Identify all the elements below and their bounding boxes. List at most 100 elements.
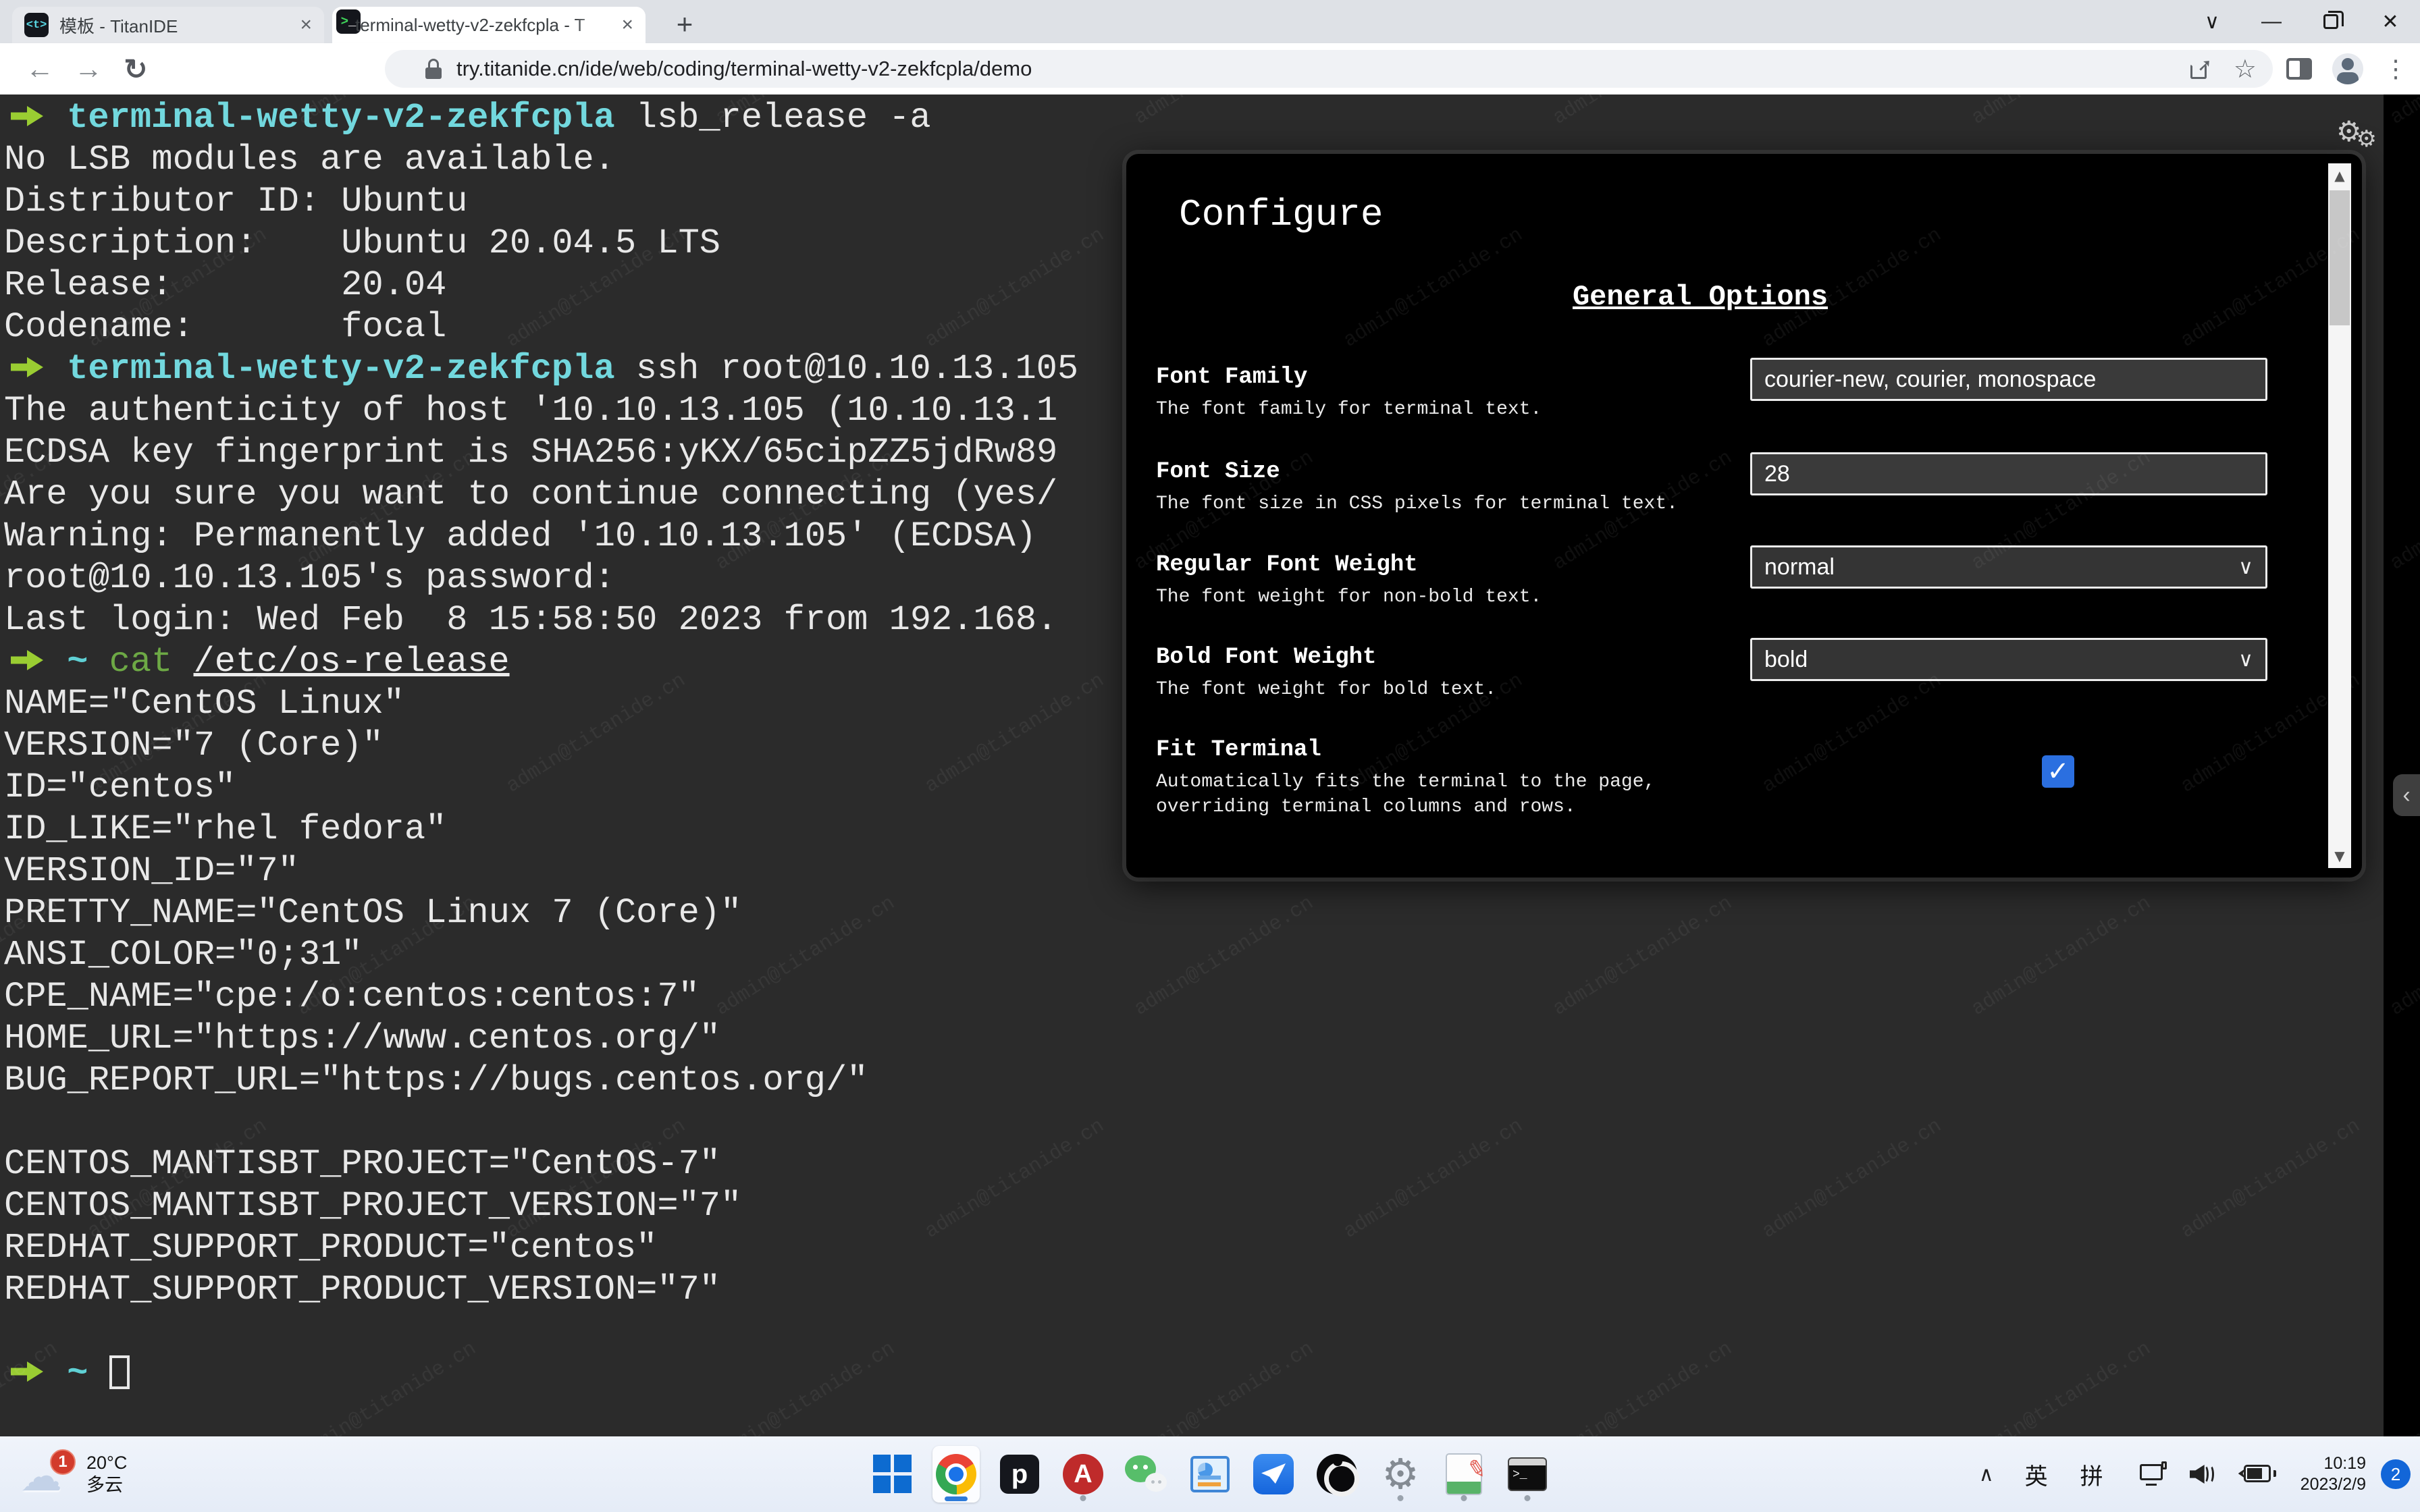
watermark-text: admin@titanide.cn: [1549, 892, 1737, 1021]
tab-titanide[interactable]: <t> 模板 - TitanIDE ×: [12, 7, 324, 43]
terminal-line: REDHAT_SUPPORT_PRODUCT_VERSION="7": [4, 1269, 1078, 1311]
command-prompt-icon: >_: [1508, 1457, 1547, 1491]
taskbar-screen-share[interactable]: [1186, 1446, 1234, 1503]
terminal-line: No LSB modules are available.: [4, 139, 1078, 181]
taskbar-obs[interactable]: [1313, 1446, 1361, 1503]
page-right-strip: [2384, 94, 2420, 1436]
weight-select[interactable]: bold∨: [1750, 638, 2267, 681]
gear-icon: ⚙: [1382, 1453, 1419, 1495]
ime-pinyin-indicator[interactable]: 拼: [2080, 1458, 2103, 1491]
tab-close-icon[interactable]: ×: [300, 15, 312, 35]
window-controls: ∨ — ✕: [2182, 0, 2420, 43]
system-tray: ∧ 英 拼 10:19 2023/2/9 2: [1979, 1436, 2411, 1512]
scroll-up-icon[interactable]: ▲: [2328, 163, 2351, 188]
dialog-field-row: Regular Font WeightThe font weight for n…: [1156, 552, 2267, 610]
p-app-icon: p: [1000, 1455, 1039, 1494]
terminal-line: Codename: focal: [4, 306, 1078, 348]
taskbar-chrome[interactable]: [932, 1446, 980, 1503]
reload-button[interactable]: ↻: [112, 43, 159, 94]
terminal-line: [4, 1102, 1078, 1143]
lock-icon[interactable]: [425, 59, 442, 79]
watermark-text: admin@titanide.cn: [1130, 892, 1318, 1021]
tab-title: 模板 - TitanIDE: [59, 13, 292, 38]
browser-menu-icon[interactable]: ⋮: [2384, 55, 2408, 83]
terminal-line: PRETTY_NAME="CentOS Linux 7 (Core)": [4, 892, 1078, 934]
taskbar-clock[interactable]: 10:19 2023/2/9: [2300, 1453, 2366, 1495]
notification-badge[interactable]: 2: [2381, 1459, 2411, 1489]
chevron-down-icon: ∨: [2238, 648, 2253, 672]
address-bar[interactable]: try.titanide.cn/ide/web/coding/terminal-…: [385, 50, 2273, 88]
watermark-text: admin@titanide.cn: [1340, 1114, 1527, 1243]
dialog-field-row: Font SizeThe font size in CSS pixels for…: [1156, 459, 2267, 516]
start-button[interactable]: [869, 1446, 916, 1503]
prompt-arrow-icon: [11, 356, 43, 379]
terminal-line: CENTOS_MANTISBT_PROJECT="CentOS-7": [4, 1143, 1078, 1185]
configure-dialog: Configure General Options Font FamilyThe…: [1126, 154, 2362, 878]
red-a-icon: A: [1063, 1454, 1103, 1494]
restore-icon: [2323, 14, 2338, 29]
terminal-settings-button[interactable]: ⚙⚙: [2336, 115, 2377, 153]
share-icon[interactable]: ➚: [2190, 59, 2211, 79]
network-icon[interactable]: [2140, 1463, 2167, 1486]
terminal-line: VERSION="7 (Core)": [4, 725, 1078, 767]
watermark-text: admin@titanide.cn: [1758, 1114, 1946, 1243]
prompt-arrow-icon: [11, 1360, 43, 1383]
taskbar-terminal[interactable]: >_: [1504, 1446, 1551, 1503]
profile-avatar[interactable]: [2332, 53, 2363, 84]
fit-terminal-checkbox[interactable]: ✓: [2042, 755, 2074, 788]
terminal-line: [4, 1311, 1078, 1353]
terminal-line: REDHAT_SUPPORT_PRODUCT="centos": [4, 1227, 1078, 1269]
taskbar-settings[interactable]: ⚙: [1377, 1446, 1424, 1503]
scroll-down-icon[interactable]: ▼: [2328, 844, 2351, 868]
section-heading: General Options: [1126, 281, 2274, 313]
text-editor-icon: ✎: [1446, 1453, 1482, 1495]
terminal-line: BUG_REPORT_URL="https://bugs.centos.org/…: [4, 1060, 1078, 1102]
field-description: Automatically fits the terminal to the p…: [1156, 770, 2267, 819]
terminal-line: ID_LIKE="rhel fedora": [4, 809, 1078, 850]
terminal-page: terminal-wetty-v2-zekfcpla lsb_release -…: [0, 94, 2420, 1436]
taskbar-wechat[interactable]: [1123, 1446, 1170, 1503]
minimize-button[interactable]: —: [2242, 0, 2301, 43]
tab-terminal-wetty[interactable]: >_ terminal-wetty-v2-zekfcpla - T ×: [332, 7, 646, 43]
terminal-line: ~: [4, 1353, 1078, 1395]
taskbar-p-app[interactable]: p: [996, 1446, 1043, 1503]
dialog-scrollbar[interactable]: ▲ ▼: [2328, 163, 2351, 868]
ime-english-indicator[interactable]: 英: [2025, 1458, 2048, 1491]
back-button[interactable]: ←: [16, 43, 63, 94]
taskbar-red-a-app[interactable]: A: [1059, 1446, 1107, 1503]
terminal-line: terminal-wetty-v2-zekfcpla lsb_release -…: [4, 97, 1078, 139]
taskbar-text-editor[interactable]: ✎: [1440, 1446, 1488, 1503]
terminal-line: Are you sure you want to continue connec…: [4, 474, 1078, 516]
restore-button[interactable]: [2301, 0, 2361, 43]
terminal-output[interactable]: terminal-wetty-v2-zekfcpla lsb_release -…: [4, 97, 1078, 1395]
close-button[interactable]: ✕: [2361, 0, 2420, 43]
browser-toolbar: ← → ↻ try.titanide.cn/ide/web/coding/ter…: [0, 43, 2420, 94]
tab-search-icon[interactable]: ∨: [2182, 0, 2242, 43]
url-text[interactable]: try.titanide.cn/ide/web/coding/terminal-…: [456, 57, 1032, 81]
taskbar-dingtalk[interactable]: [1250, 1446, 1297, 1503]
forward-button[interactable]: →: [65, 43, 112, 94]
tray-time: 10:19: [2300, 1453, 2366, 1474]
drawer-handle[interactable]: ‹: [2393, 774, 2420, 816]
terminal-line: VERSION_ID="7": [4, 850, 1078, 892]
watermark-text: admin@titanide.cn: [1549, 94, 1737, 130]
scrollbar-thumb[interactable]: [2330, 190, 2350, 325]
new-tab-button[interactable]: +: [666, 8, 704, 40]
bookmark-star-icon[interactable]: ☆: [2234, 54, 2257, 84]
terminal-line: The authenticity of host '10.10.13.105 (…: [4, 390, 1078, 432]
tab-close-icon[interactable]: ×: [621, 15, 633, 35]
terminal-line: ECDSA key fingerprint is SHA256:yKX/65ci…: [4, 432, 1078, 474]
side-panel-icon[interactable]: [2286, 58, 2312, 80]
text-input[interactable]: 28: [1750, 452, 2267, 495]
speaker-icon[interactable]: [2190, 1462, 2219, 1486]
watermark-text: admin@titanide.cn: [1130, 94, 1318, 130]
text-input[interactable]: courier-new, courier, monospace: [1750, 358, 2267, 401]
windows-logo-icon: [873, 1455, 912, 1494]
battery-icon[interactable]: [2238, 1465, 2273, 1484]
chrome-icon: [936, 1454, 976, 1494]
weight-select[interactable]: normal∨: [1750, 545, 2267, 589]
dialog-title: Configure: [1179, 193, 1383, 236]
terminal-line: ~ cat /etc/os-release: [4, 641, 1078, 683]
browser-tab-strip: <t> 模板 - TitanIDE × >_ terminal-wetty-v2…: [0, 0, 2420, 43]
tray-chevron-up-icon[interactable]: ∧: [1979, 1463, 1994, 1486]
